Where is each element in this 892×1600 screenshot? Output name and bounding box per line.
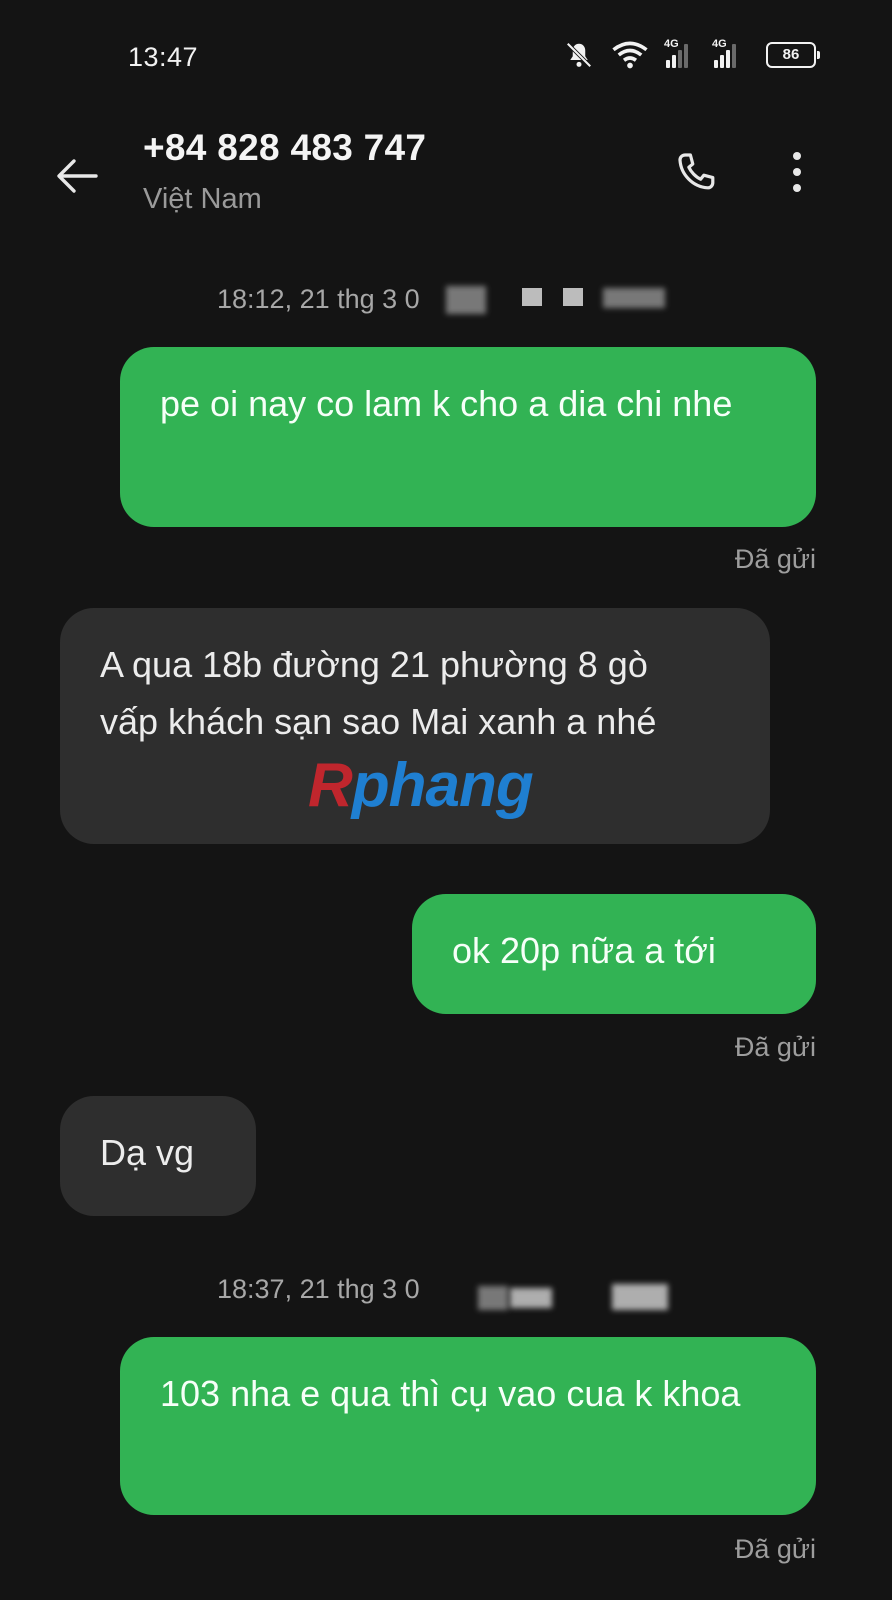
message-status: Đã gửi xyxy=(734,1534,816,1564)
redacted-area xyxy=(563,288,583,306)
message-text: Dạ vg xyxy=(100,1132,195,1173)
network-type-2: 4G xyxy=(712,38,727,50)
more-options-button[interactable] xyxy=(782,148,812,196)
more-vertical-icon xyxy=(793,152,801,192)
status-icons: 4G 4G 86 xyxy=(564,38,820,70)
message-status: Đã gửi xyxy=(734,1032,816,1062)
contact-number: +84 828 483 747 xyxy=(143,127,427,168)
contact-country: Việt Nam xyxy=(143,183,262,215)
network-type-1: 4G xyxy=(664,38,679,50)
redacted-area xyxy=(478,1286,508,1310)
redacted-area xyxy=(446,286,486,314)
battery-level: 86 xyxy=(766,42,816,68)
message-text: ok 20p nữa a tới xyxy=(452,930,716,971)
redacted-area xyxy=(603,288,665,308)
conversation-timestamp: 18:37, 21 thg 3 0 xyxy=(217,1274,420,1304)
call-button[interactable] xyxy=(672,148,720,196)
signal-icon: 4G xyxy=(712,38,748,68)
message-status: Đã gửi xyxy=(734,544,816,574)
message-text: A qua 18b đường 21 phường 8 gò vấp khách… xyxy=(100,644,657,742)
message-bubble-outgoing[interactable]: pe oi nay co lam k cho a dia chi nhe xyxy=(120,347,816,527)
wifi-icon xyxy=(612,41,648,69)
battery-icon: 86 xyxy=(766,42,820,68)
back-arrow-icon xyxy=(57,159,98,193)
back-button[interactable] xyxy=(50,148,106,204)
message-bubble-incoming[interactable]: Dạ vg xyxy=(60,1096,256,1216)
message-text: pe oi nay co lam k cho a dia chi nhe xyxy=(160,383,733,424)
signal-icon: 4G xyxy=(664,38,696,68)
conversation-timestamp: 18:12, 21 thg 3 0 xyxy=(217,284,420,314)
redacted-area xyxy=(612,1284,668,1310)
status-time: 13:47 xyxy=(128,42,199,72)
phone-icon xyxy=(678,153,715,190)
watermark-logo: Rphang xyxy=(308,751,534,820)
redacted-area xyxy=(510,1288,552,1308)
redacted-area xyxy=(522,288,542,306)
message-bubble-outgoing[interactable]: 103 nha e qua thì cụ vao cua k khoa xyxy=(120,1337,816,1515)
bell-muted-icon xyxy=(566,42,592,68)
message-text: 103 nha e qua thì cụ vao cua k khoa xyxy=(160,1373,741,1414)
message-bubble-outgoing[interactable]: ok 20p nữa a tới xyxy=(412,894,816,1014)
